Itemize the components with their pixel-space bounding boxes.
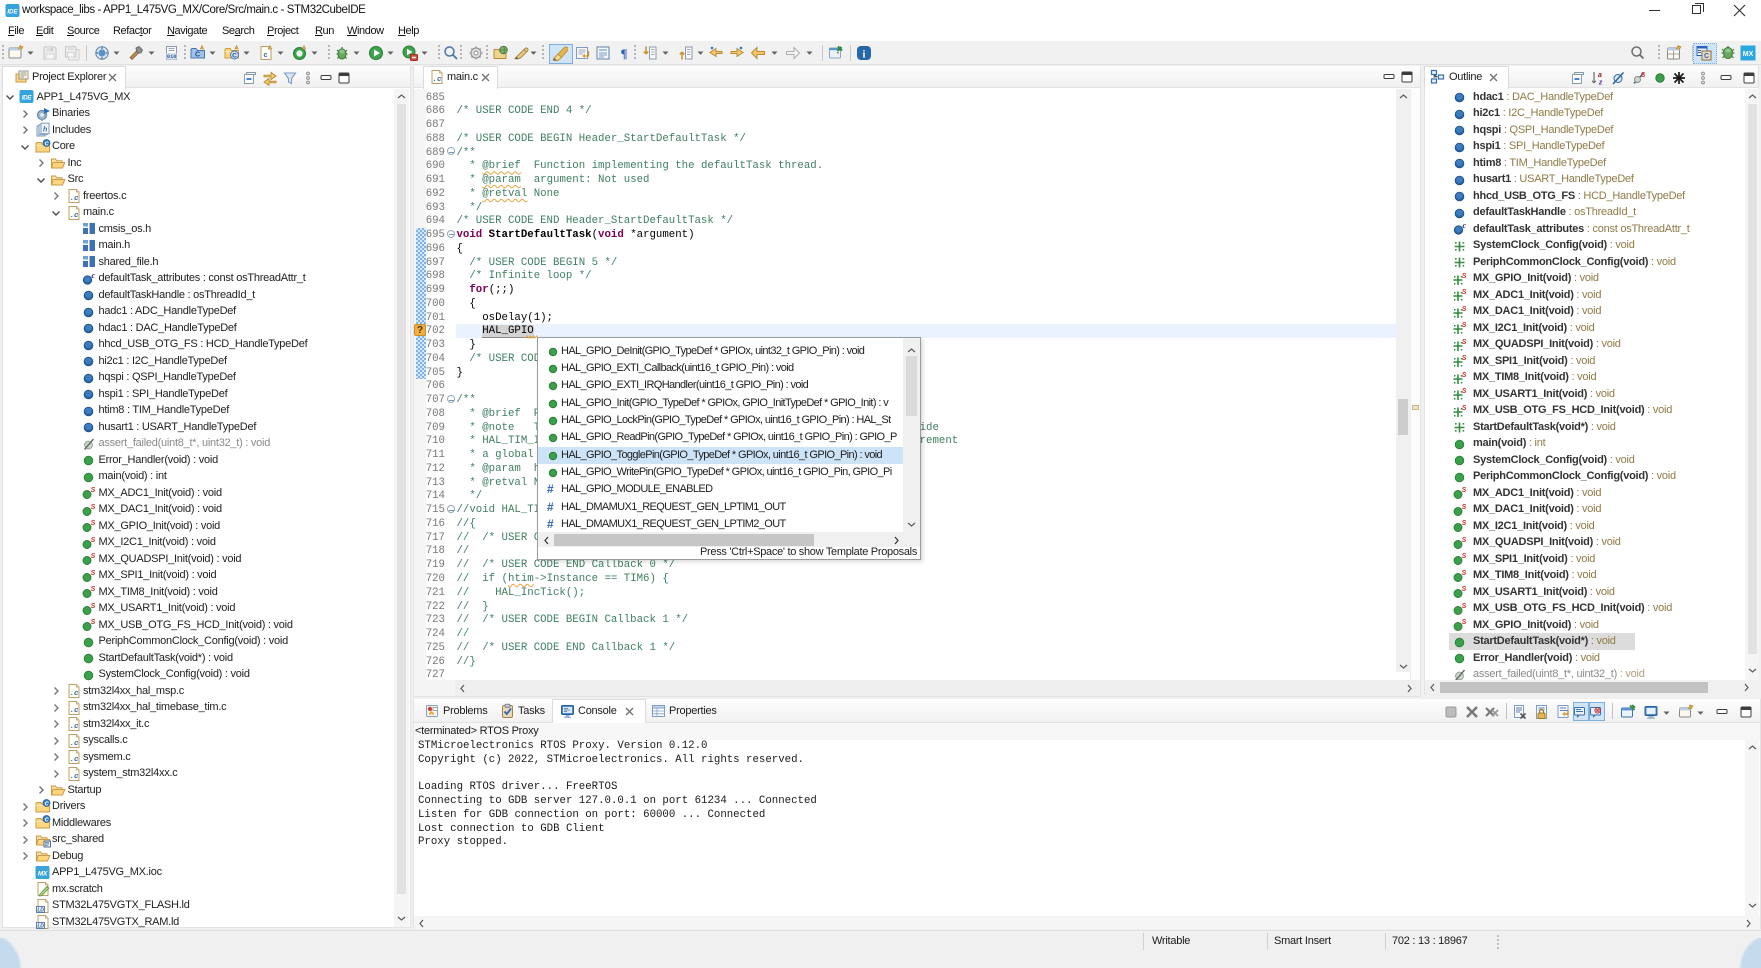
svg-text:S: S <box>1462 487 1467 494</box>
svg-text:¶: ¶ <box>620 46 627 61</box>
svg-text:S: S <box>1462 553 1467 560</box>
svg-text:S: S <box>1462 603 1467 610</box>
svg-text:.c: .c <box>69 740 78 748</box>
svg-text:S: S <box>1462 520 1467 527</box>
svg-text:a: a <box>1598 72 1602 79</box>
svg-text:010: 010 <box>167 54 177 60</box>
svg-text:S: S <box>1462 388 1467 395</box>
svg-text:S: S <box>1462 322 1467 329</box>
svg-text:S: S <box>1462 339 1467 346</box>
svg-text:S: S <box>91 553 96 560</box>
svg-text:S: S <box>91 487 96 494</box>
svg-text:.c: .c <box>69 212 78 220</box>
svg-text:i: i <box>863 50 866 61</box>
svg-text:.c: .c <box>69 723 78 731</box>
svg-text:S: S <box>91 504 96 511</box>
svg-text:.c: .c <box>69 690 78 698</box>
svg-text:c: c <box>92 271 96 280</box>
svg-text:.c: .c <box>69 707 78 715</box>
svg-text:S: S <box>1462 306 1467 313</box>
svg-text:S: S <box>1462 372 1467 379</box>
svg-text:S: S <box>1641 72 1646 79</box>
svg-text:S: S <box>91 537 96 544</box>
svg-text:IDE: IDE <box>7 9 18 16</box>
svg-text:z: z <box>1598 80 1603 87</box>
svg-text:.c: .c <box>432 76 442 84</box>
svg-text:S: S <box>91 520 96 527</box>
svg-text:LD: LD <box>37 907 44 913</box>
svg-text:C: C <box>195 52 200 59</box>
svg-text:IDE: IDE <box>22 95 33 102</box>
svg-text:S: S <box>1462 619 1467 626</box>
svg-text:S: S <box>91 619 96 626</box>
svg-text:S: S <box>1462 289 1467 296</box>
svg-text:S: S <box>91 586 96 593</box>
svg-text:c: c <box>263 52 267 60</box>
svg-text:.c: .c <box>69 773 78 781</box>
svg-text:LD: LD <box>37 924 44 930</box>
svg-text:C: C <box>1704 53 1709 60</box>
svg-text:S: S <box>1462 570 1467 577</box>
svg-text:c: c <box>1463 221 1467 230</box>
svg-text:S: S <box>1462 504 1467 511</box>
svg-text:S: S <box>1462 586 1467 593</box>
svg-text:S: S <box>91 603 96 610</box>
svg-text:S: S <box>91 570 96 577</box>
svg-text:S: S <box>1462 273 1467 280</box>
svg-text:.c: .c <box>69 756 78 764</box>
svg-text:C: C <box>232 53 237 60</box>
svg-text:S: S <box>1462 537 1467 544</box>
svg-text:S: S <box>1462 405 1467 412</box>
svg-text:MX: MX <box>37 870 47 877</box>
svg-text:S: S <box>1462 355 1467 362</box>
svg-text:MX: MX <box>1743 51 1754 58</box>
svg-text:.c: .c <box>69 195 78 203</box>
svg-text:h: h <box>42 127 46 134</box>
